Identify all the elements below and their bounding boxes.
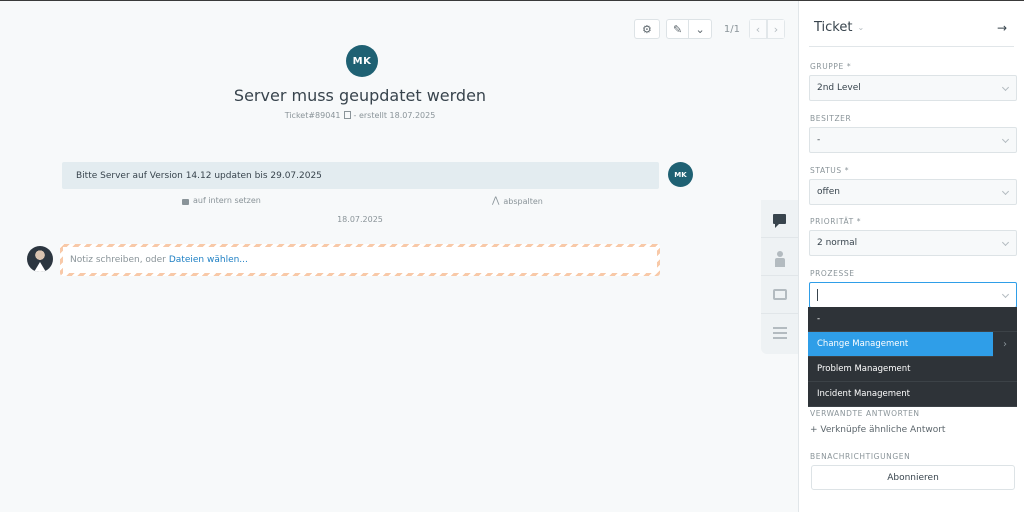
split-icon: ⋀ — [492, 196, 500, 206]
state-label: STATUS * — [810, 166, 850, 175]
state-value: offen — [817, 187, 840, 197]
next-ticket-button[interactable]: › — [767, 19, 785, 39]
process-option-highlighted[interactable]: Change Management › — [808, 332, 1017, 357]
note-placeholder: Notiz schreiben, oder — [70, 255, 166, 265]
process-input[interactable] — [809, 282, 1017, 308]
split-action[interactable]: ⋀ abspalten — [492, 196, 543, 206]
process-option[interactable]: Problem Management — [808, 357, 1017, 382]
chevron-down-icon — [1001, 83, 1010, 92]
chevron-down-icon — [1001, 290, 1010, 299]
printer-icon — [772, 289, 787, 300]
owner-label: BESITZER — [810, 114, 852, 123]
checklist-icon — [772, 327, 787, 339]
customer-avatar[interactable]: MK — [346, 45, 378, 77]
chevron-down-icon — [1001, 187, 1010, 196]
set-internal-label: auf intern setzen — [193, 196, 261, 205]
article-avatar[interactable]: MK — [668, 162, 693, 187]
ticket-meta: Ticket#89041 - erstellt 18.07.2025 — [0, 111, 720, 120]
sidebar-title: Ticket — [814, 20, 853, 35]
note-composer[interactable]: Notiz schreiben, oder Dateien wählen... — [60, 244, 660, 276]
person-icon — [774, 247, 786, 267]
copy-icon[interactable] — [343, 111, 351, 119]
priority-select[interactable]: 2 normal — [809, 230, 1017, 256]
settings-button[interactable]: ⚙ — [633, 19, 660, 39]
tab-ticket[interactable] — [761, 200, 798, 238]
group-select[interactable]: 2nd Level — [809, 75, 1017, 101]
related-answers-label: VERWANDTE ANTWORTEN — [810, 409, 920, 418]
process-dropdown: - Change Management › Problem Management… — [808, 307, 1017, 407]
group-label: GRUPPE * — [810, 62, 852, 71]
priority-value: 2 normal — [817, 238, 858, 248]
subscribe-button[interactable]: Abonnieren — [811, 465, 1015, 490]
chat-icon — [773, 213, 786, 228]
sidebar-header[interactable]: Ticket ⌄ — [814, 20, 864, 35]
note-input[interactable]: Notiz schreiben, oder Dateien wählen... — [63, 247, 657, 273]
process-option[interactable]: - — [808, 307, 1017, 332]
ticket-title[interactable]: Server muss geupdatet werden — [0, 86, 720, 105]
owner-value: - — [817, 135, 821, 145]
arrow-right-icon[interactable]: → — [997, 21, 1007, 35]
ticket-number: Ticket#89041 — [284, 111, 341, 120]
pager-nav: ‹ › — [749, 19, 785, 39]
sidebar-tabs — [761, 200, 798, 354]
prev-ticket-button[interactable]: ‹ — [749, 19, 767, 39]
ticket-main-area: ⚙ ✎ ⌄ 1/1 ‹ › MK Server muss geupdatet w… — [0, 1, 798, 512]
tab-print[interactable] — [761, 276, 798, 314]
chevron-down-icon: ⌄ — [857, 23, 865, 32]
chevron-right-icon[interactable]: › — [993, 332, 1017, 357]
choose-files-link[interactable]: Dateien wählen... — [169, 255, 248, 265]
pencil-icon: ✎ — [673, 22, 683, 36]
chevron-down-icon[interactable]: ⌄ — [688, 20, 711, 38]
ticket-created: - erstellt 18.07.2025 — [353, 111, 436, 120]
owner-select[interactable]: - — [809, 127, 1017, 153]
set-internal-action[interactable]: auf intern setzen — [182, 196, 261, 205]
user-avatar[interactable] — [27, 246, 53, 272]
chevron-down-icon — [1001, 135, 1010, 144]
ticket-toolbar: ⚙ ✎ ⌄ 1/1 ‹ › — [633, 19, 785, 39]
date-separator: 18.07.2025 — [337, 215, 383, 224]
priority-label: PRIORITÄT * — [810, 217, 862, 226]
link-related-answer[interactable]: + Verknüpfe ähnliche Antwort — [810, 425, 945, 435]
gear-icon: ⚙ — [641, 22, 652, 36]
ticket-sidebar: Ticket ⌄ → GRUPPE * 2nd Level BESITZER -… — [798, 1, 1024, 512]
split-label: abspalten — [503, 196, 543, 206]
edit-dropdown-button[interactable]: ✎ ⌄ — [665, 19, 712, 39]
notifications-label: BENACHRICHTIGUNGEN — [810, 452, 911, 461]
lock-icon — [182, 198, 189, 205]
sidebar-divider — [809, 46, 1014, 47]
process-option-label: Change Management — [817, 339, 909, 349]
group-value: 2nd Level — [817, 83, 861, 93]
text-cursor — [817, 289, 818, 301]
article-bubble: Bitte Server auf Version 14.12 updaten b… — [62, 162, 659, 189]
process-option[interactable]: Incident Management — [808, 382, 1017, 407]
chevron-down-icon — [1001, 238, 1010, 247]
state-select[interactable]: offen — [809, 179, 1017, 205]
tab-checklist[interactable] — [761, 314, 798, 352]
ticket-pager: 1/1 — [723, 23, 740, 35]
process-label: PROZESSE — [810, 269, 855, 278]
tab-customer[interactable] — [761, 238, 798, 276]
